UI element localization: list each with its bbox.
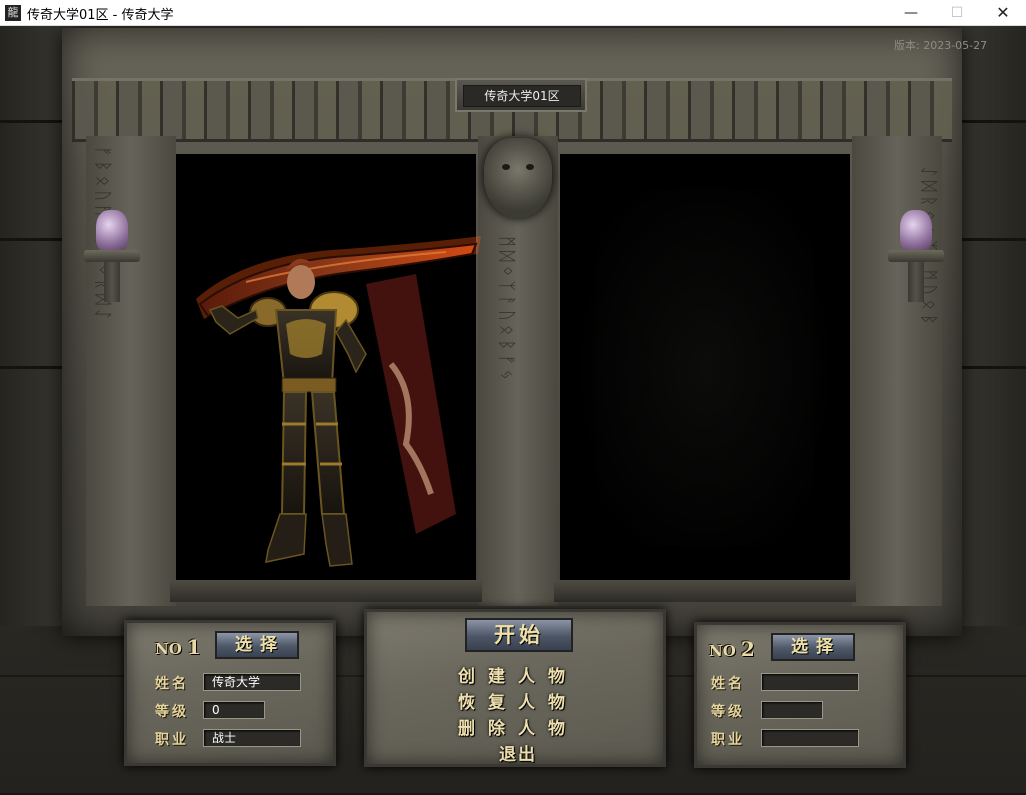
window-title: 传奇大学01区 - 传奇大学	[27, 8, 174, 23]
delete-character-button[interactable]: 删除人物	[367, 714, 669, 739]
app-logo-icon: 龍	[5, 5, 21, 21]
level-label: 等级	[711, 704, 745, 720]
rune-carvings-center: ᛗᛞᛜᛉᚨᚢᛟᛒᚠᛃ	[496, 236, 517, 384]
stone-wall-left	[0, 26, 70, 626]
character-select-scene: 传奇大学01区 版本: 2023-05-27 ᚠᛒᛟᚢᛗᚨᛉᛃᛜᚱᛞᛇ ᛗᛞᛜᛉ…	[0, 26, 1026, 795]
character-1-job-field: 战士	[203, 729, 301, 747]
wall-lamp-left	[82, 210, 142, 310]
exit-button[interactable]: 退出	[367, 740, 669, 765]
name-label: 姓名	[155, 676, 189, 692]
character-1-level-field: 0	[203, 701, 265, 719]
wall-lamp-right	[886, 210, 946, 310]
character-1-name-field: 传奇大学	[203, 673, 301, 691]
gargoyle-ornament	[484, 138, 552, 218]
wall-brick-line	[956, 120, 1026, 123]
restore-character-button[interactable]: 恢复人物	[367, 688, 669, 713]
main-menu-panel: 开始 创建人物 恢复人物 删除人物 退出	[364, 609, 666, 767]
stone-wall-right	[956, 26, 1026, 626]
minimize-button[interactable]: —	[888, 0, 934, 26]
character-2-level-field	[761, 701, 823, 719]
window-sill-right	[554, 580, 856, 602]
select-character-2-button[interactable]: 选择	[771, 633, 855, 661]
server-name-plate: 传奇大学01区	[455, 78, 587, 112]
select-character-1-button[interactable]: 选择	[215, 631, 299, 659]
warrior-character[interactable]	[186, 214, 486, 574]
window-sill-left	[170, 580, 482, 602]
wall-brick-line	[0, 120, 70, 123]
start-game-button[interactable]: 开始	[465, 618, 573, 652]
character-1-info-panel: NO 1 选择 姓名 传奇大学 等级 0 职业 战士	[124, 620, 336, 766]
character-2-name-field	[761, 673, 859, 691]
wall-brick-line	[956, 366, 1026, 369]
window-titlebar[interactable]: 龍 传奇大学01区 - 传奇大学 — ☐ ✕	[0, 0, 1026, 26]
close-button[interactable]: ✕	[980, 0, 1026, 26]
slot-number-label: NO 2	[709, 637, 755, 661]
character-2-job-field	[761, 729, 859, 747]
server-name: 传奇大学01区	[463, 85, 581, 107]
job-label: 职业	[711, 732, 745, 748]
slot-number-label: NO 1	[155, 635, 201, 659]
job-label: 职业	[155, 732, 189, 748]
character-slot-2-window[interactable]	[560, 154, 850, 582]
maximize-button[interactable]: ☐	[934, 0, 980, 26]
create-character-button[interactable]: 创建人物	[367, 662, 669, 687]
level-label: 等级	[155, 704, 189, 720]
wall-brick-line	[956, 238, 1026, 241]
wall-brick-line	[0, 366, 70, 369]
name-label: 姓名	[711, 676, 745, 692]
character-2-info-panel: NO 2 选择 姓名 等级 职业	[694, 622, 906, 768]
wall-brick-line	[0, 238, 70, 241]
version-text: 版本: 2023-05-27	[894, 39, 988, 52]
